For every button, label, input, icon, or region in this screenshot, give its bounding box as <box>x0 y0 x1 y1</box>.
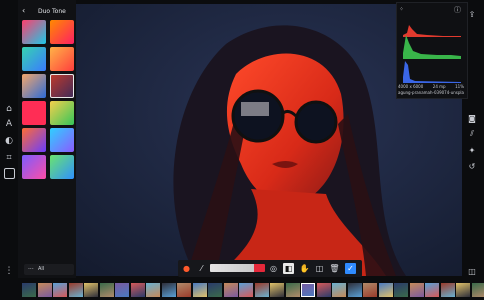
film-thumbnail[interactable] <box>161 283 176 297</box>
duotone-preset-swatch[interactable] <box>50 74 74 98</box>
menu-dots-icon[interactable]: ⋮ <box>3 265 15 277</box>
duotone-preset-swatch[interactable] <box>50 47 74 71</box>
mask-toggle-icon[interactable]: ◧ <box>283 263 294 274</box>
film-thumbnail[interactable] <box>37 283 52 297</box>
film-thumbnail[interactable] <box>332 283 346 297</box>
film-thumbnail[interactable] <box>301 283 315 297</box>
magic-wand-icon[interactable]: ✦ <box>466 144 478 156</box>
brush-color-icon[interactable]: ● <box>181 263 192 274</box>
film-thumbnail[interactable] <box>53 283 67 297</box>
compare-icon[interactable]: ◫ <box>466 265 478 277</box>
film-thumbnail[interactable] <box>254 283 269 297</box>
film-thumbnail[interactable] <box>270 283 284 297</box>
film-thumbnail[interactable] <box>285 283 300 297</box>
film-thumbnail[interactable] <box>68 283 83 297</box>
heal-tool-icon[interactable]: ⌂ <box>3 103 15 115</box>
film-thumbnail[interactable] <box>84 283 98 297</box>
history-icon[interactable]: ↺ <box>466 160 478 172</box>
film-thumbnail[interactable] <box>130 283 145 297</box>
duotone-preset-swatch[interactable] <box>22 101 46 125</box>
duotone-preset-swatch[interactable] <box>22 128 46 152</box>
film-thumbnail[interactable] <box>440 283 455 297</box>
duotone-preset-swatch[interactable] <box>22 74 46 98</box>
filter-dots-icon: ··· <box>28 266 34 273</box>
film-thumbnail[interactable] <box>22 283 36 297</box>
columns-icon[interactable]: ◫ <box>314 263 325 274</box>
hand-icon[interactable]: ✋ <box>299 263 310 274</box>
film-thumbnail[interactable] <box>394 283 408 297</box>
filter-dropdown[interactable]: ··· All <box>24 264 74 275</box>
film-thumbnail[interactable] <box>363 283 377 297</box>
back-icon[interactable]: ‹ <box>22 6 25 15</box>
lines-icon[interactable]: ⫽ <box>466 128 478 140</box>
film-thumbnail[interactable] <box>378 283 393 297</box>
film-thumbnail[interactable] <box>425 283 439 297</box>
duotone-preset-swatch[interactable] <box>50 128 74 152</box>
film-thumbnail[interactable] <box>208 283 222 297</box>
mask-tool-icon[interactable]: ◐ <box>3 135 15 147</box>
panel-title: Duo Tone <box>38 8 66 15</box>
trash-icon[interactable]: 🗑 <box>329 263 340 274</box>
image-filename: agung-pranamah-039074-unspla... <box>398 90 464 95</box>
left-tool-rail: ⌂ A ◐ ⌗ ⋮ ⤓ <box>0 0 18 300</box>
crop-tool-icon[interactable]: ⌗ <box>3 152 15 164</box>
duotone-preset-swatch[interactable] <box>50 101 74 125</box>
duotone-preset-swatch[interactable] <box>22 155 46 179</box>
histogram-green <box>403 35 461 59</box>
film-thumbnail[interactable] <box>99 283 114 297</box>
film-thumbnail[interactable] <box>347 283 362 297</box>
film-thumbnail[interactable] <box>471 283 484 297</box>
film-thumbnail[interactable] <box>223 283 238 297</box>
image-dimensions: 4000 x 6000 <box>398 84 424 89</box>
film-thumbnail[interactable] <box>146 283 160 297</box>
film-thumbnail[interactable] <box>456 283 470 297</box>
share-icon[interactable]: ⇪ <box>466 8 478 20</box>
film-thumbnail[interactable] <box>115 283 129 297</box>
layers-tool-icon[interactable] <box>4 168 15 179</box>
image-megapixels: 24 mp <box>432 84 446 89</box>
duotone-preset-swatch[interactable] <box>50 20 74 44</box>
brush-settings-icon[interactable]: ◎ <box>268 263 279 274</box>
brush-icon[interactable]: ⁄ <box>196 263 207 274</box>
text-tool-icon[interactable]: A <box>3 118 15 130</box>
film-thumbnail[interactable] <box>177 283 191 297</box>
duotone-preset-swatch[interactable] <box>50 155 74 179</box>
image-info: 4000 x 6000 24 mp 11% agung-pranamah-039… <box>398 84 464 95</box>
film-thumbnail[interactable] <box>316 283 331 297</box>
film-thumbnail[interactable] <box>239 283 253 297</box>
filter-value: All <box>38 266 45 272</box>
duotone-preset-swatch[interactable] <box>22 47 46 71</box>
film-thumbnail[interactable] <box>409 283 424 297</box>
film-thumbnail[interactable] <box>192 283 207 297</box>
zoom-level: 11% <box>455 84 464 89</box>
histogram-blue <box>403 61 461 83</box>
duotone-preset-swatch[interactable] <box>22 20 46 44</box>
camera-icon[interactable]: ◙ <box>466 112 478 124</box>
brush-size-slider[interactable] <box>210 264 265 272</box>
confirm-check-icon[interactable]: ✓ <box>345 263 356 274</box>
